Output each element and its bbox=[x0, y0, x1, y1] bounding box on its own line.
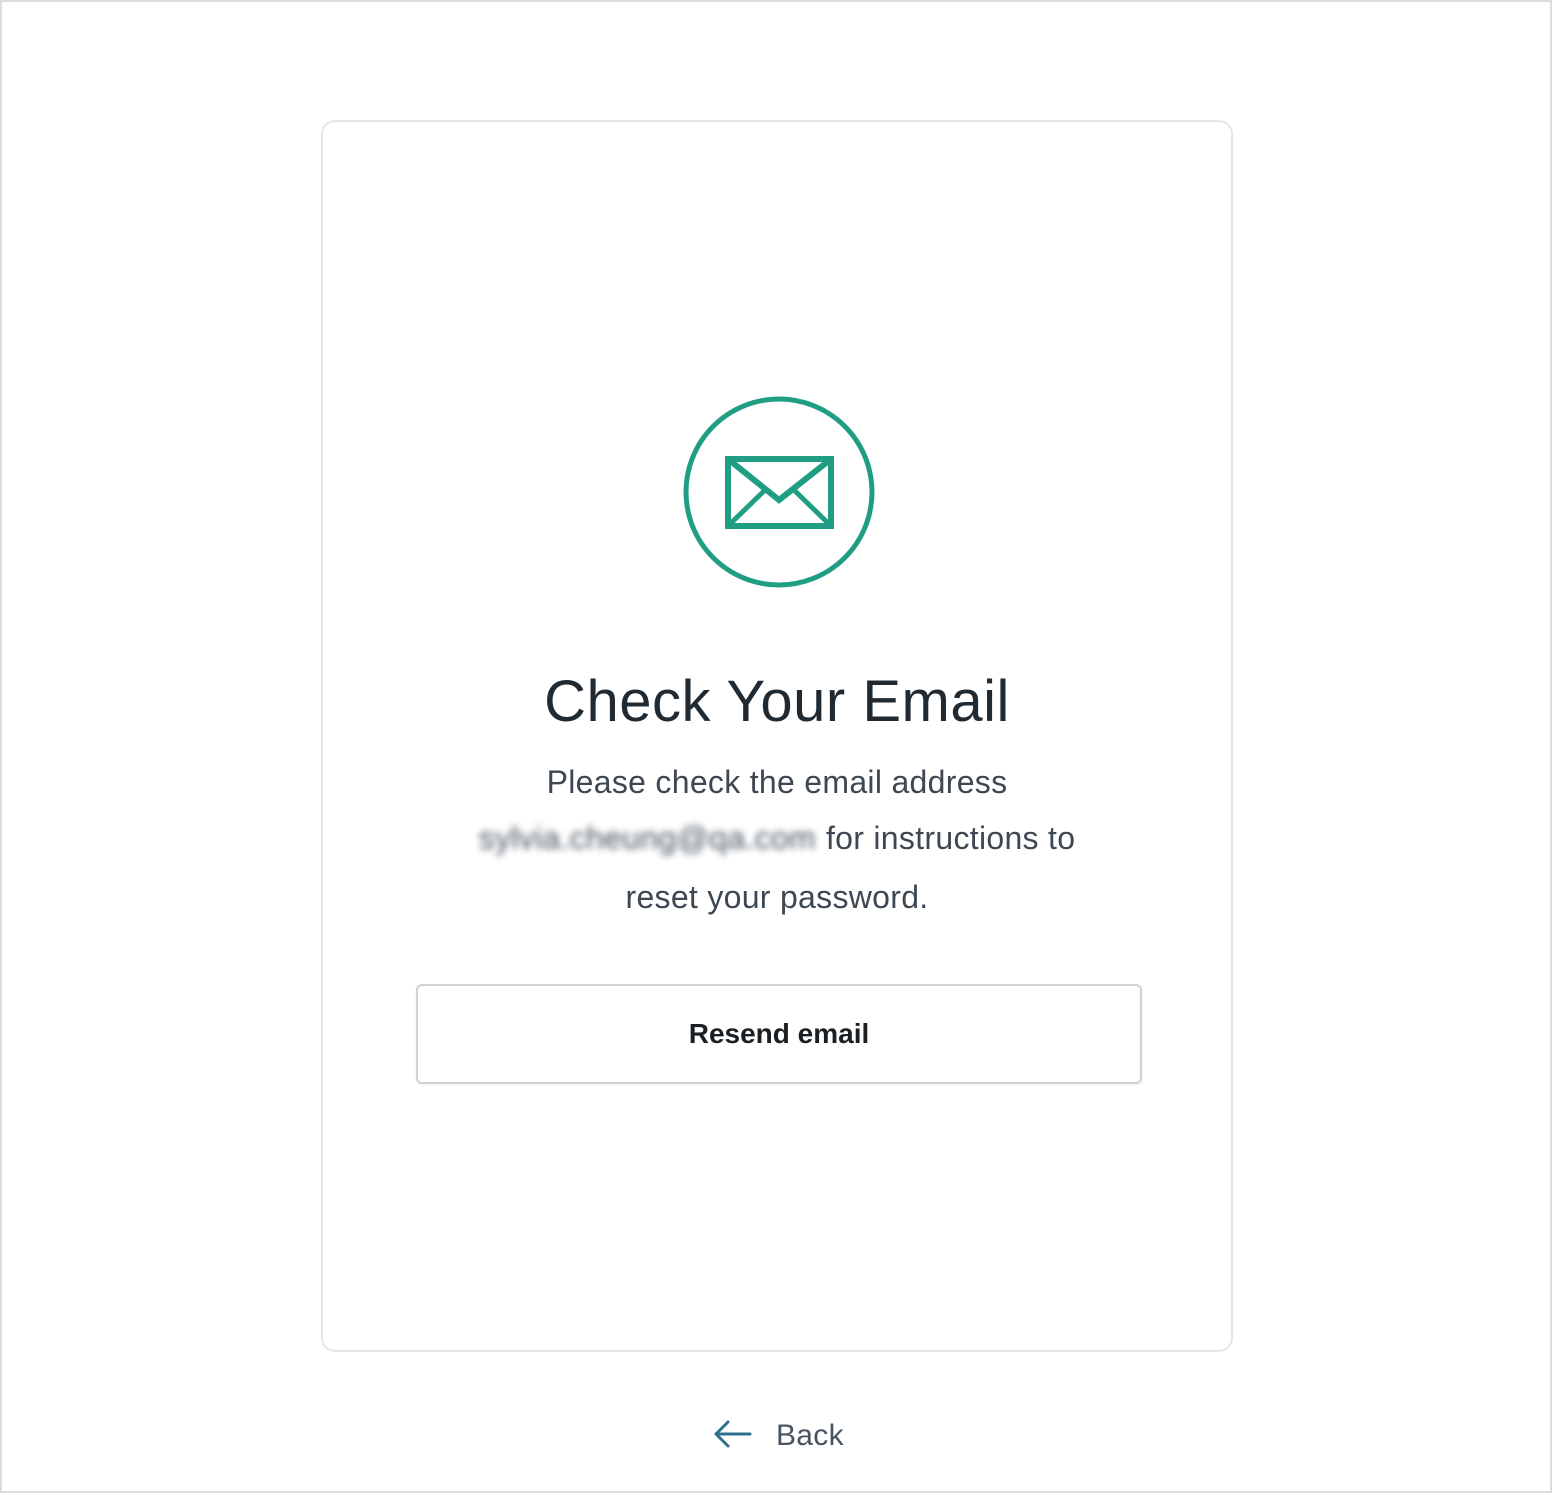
back-label: Back bbox=[776, 1419, 844, 1452]
instruction-line-1: Please check the email address bbox=[546, 764, 1008, 800]
email-address: sylvia.cheung@qa.com bbox=[478, 820, 816, 856]
page-frame: Check Your Email Please check the email … bbox=[0, 0, 1552, 1493]
instruction-line-2: sylvia.cheung@qa.com for instructions to bbox=[323, 820, 1231, 857]
arrow-left-icon bbox=[712, 1418, 752, 1455]
back-link[interactable]: Back bbox=[712, 1408, 844, 1464]
page-title: Check Your Email bbox=[544, 669, 1010, 734]
envelope-icon bbox=[683, 396, 875, 588]
instruction-line-3: reset your password. bbox=[625, 879, 929, 915]
envelope-icon-graphic bbox=[683, 396, 875, 588]
resend-email-button[interactable]: Resend email bbox=[416, 984, 1142, 1084]
check-email-card: Check Your Email Please check the email … bbox=[321, 120, 1233, 1352]
instruction-line-2-suffix: for instructions to bbox=[825, 820, 1076, 856]
